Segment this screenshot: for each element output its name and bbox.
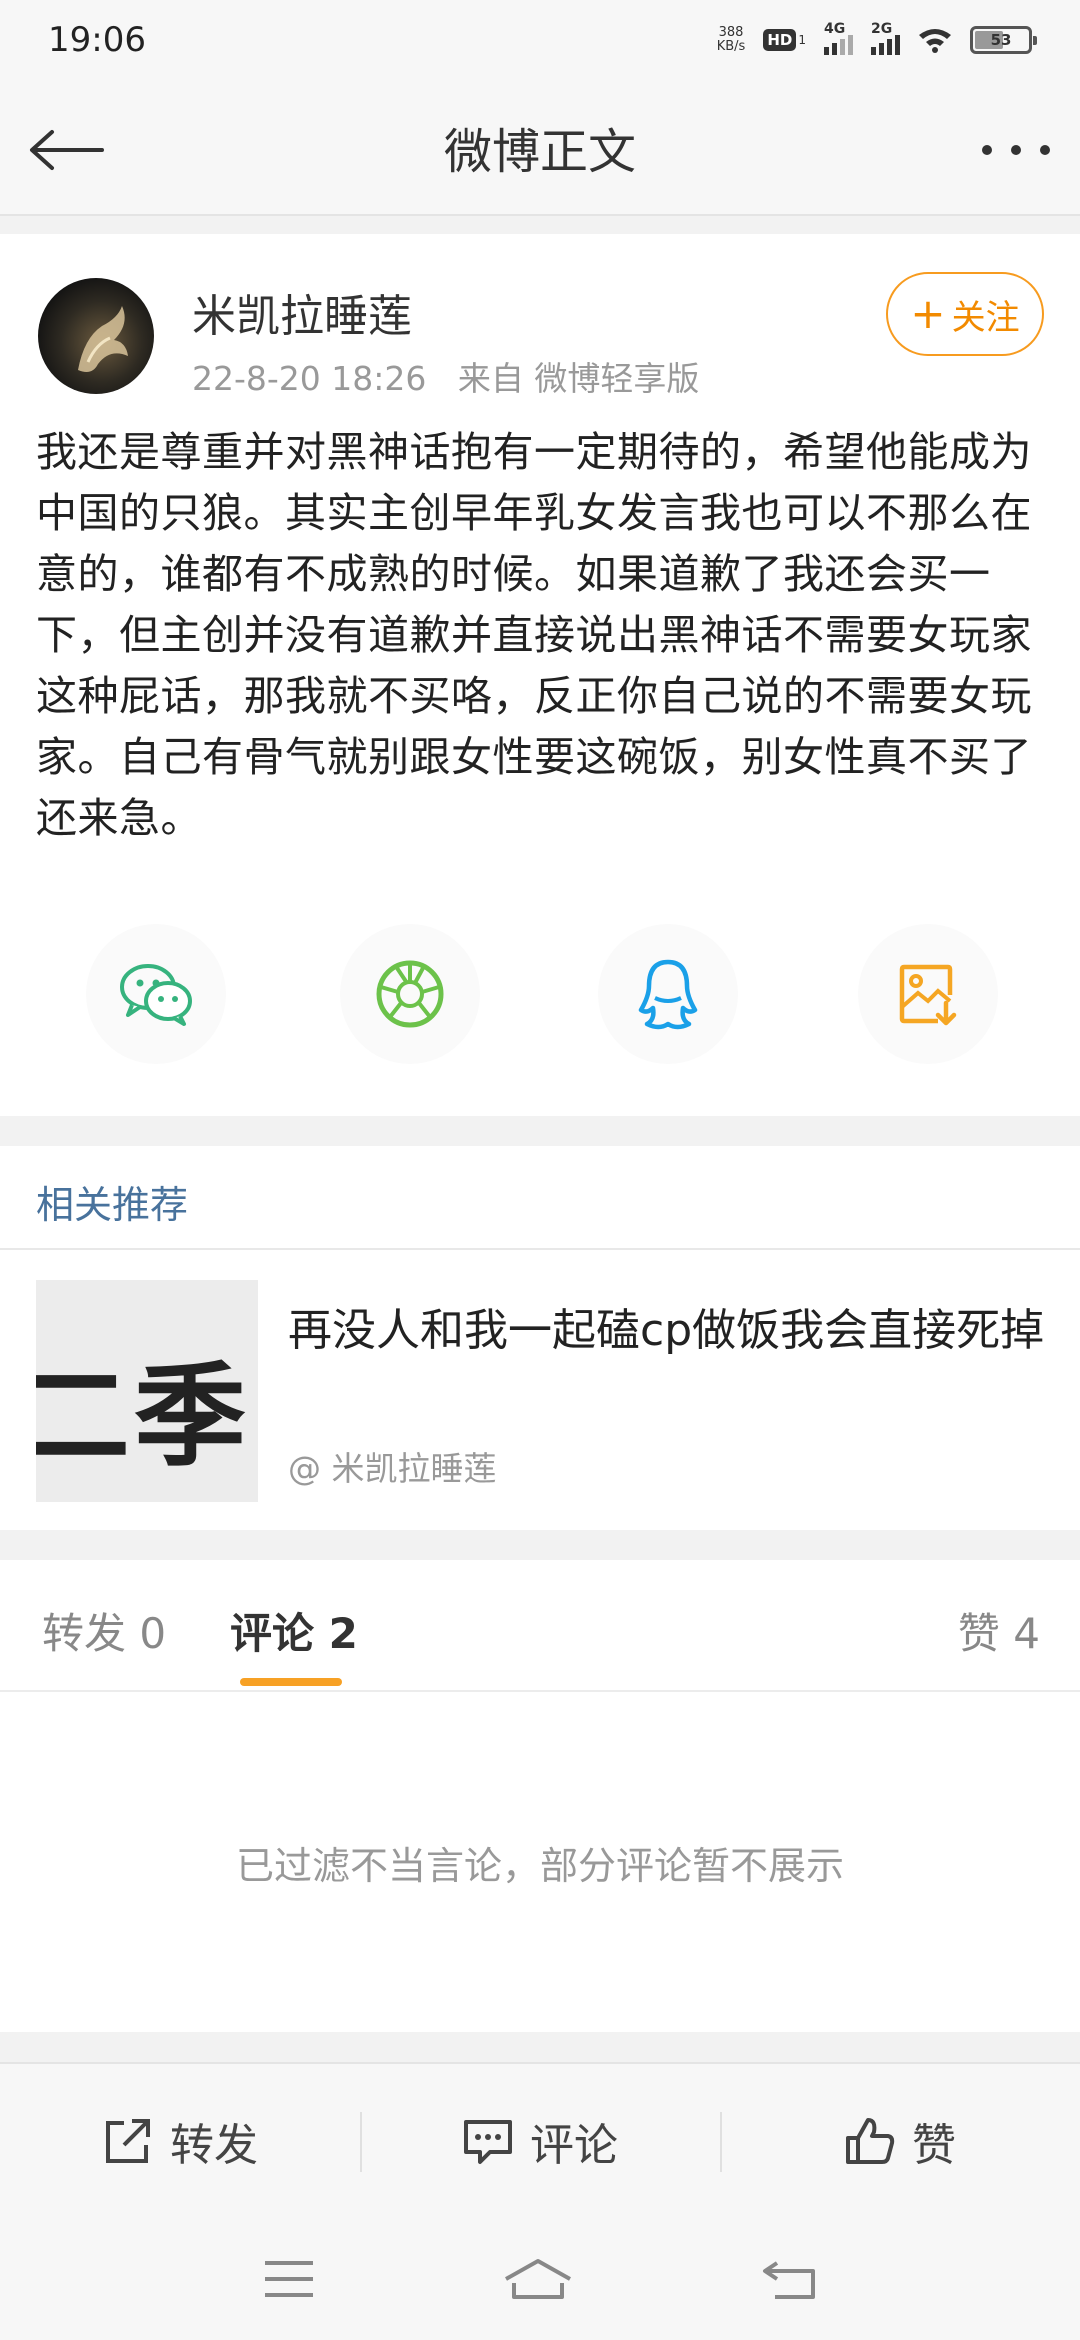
related-title: 相关推荐 bbox=[36, 1183, 189, 1227]
hd-label: HD bbox=[763, 29, 797, 51]
share-moments-button[interactable] bbox=[340, 924, 480, 1064]
post-body: 我还是尊重并对黑神话抱有一定期待的，希望他能成为中国的只狼。其实主创早年乳女发言… bbox=[36, 428, 1032, 842]
post-card: 米凯拉睡莲 22-8-20 18:26 来自 微博轻享版 + 关注 我还是尊重并… bbox=[0, 234, 1080, 1116]
network-speed: 388 KB/s bbox=[717, 26, 746, 54]
related-source: @ 米凯拉睡莲 bbox=[288, 1449, 497, 1488]
home-icon[interactable] bbox=[502, 2257, 574, 2301]
avatar[interactable] bbox=[38, 278, 154, 394]
signal-2g-label: 2G bbox=[871, 21, 893, 37]
page-title: 微博正文 bbox=[443, 124, 636, 180]
follow-button[interactable]: + 关注 bbox=[886, 272, 1044, 356]
top-app-bar: 微博正文 bbox=[0, 80, 1080, 216]
plus-icon: + bbox=[910, 289, 946, 338]
like-label: 赞 bbox=[912, 2120, 956, 2171]
like-button[interactable]: 赞 bbox=[720, 2064, 1080, 2218]
back-button[interactable] bbox=[24, 108, 108, 192]
thumbnail-text: 二季 烈 bbox=[36, 1352, 258, 1482]
save-image-icon bbox=[899, 964, 957, 1026]
system-nav-bar bbox=[0, 2218, 1080, 2340]
status-time: 19:06 bbox=[48, 20, 146, 60]
share-qq-button[interactable] bbox=[598, 924, 738, 1064]
interaction-tabs: 转发 0 评论 2 赞 4 bbox=[0, 1560, 1080, 1692]
repost-icon bbox=[106, 2119, 150, 2163]
hd-sub: 1 bbox=[798, 33, 806, 47]
thumbs-up-icon bbox=[846, 2118, 895, 2164]
repost-button[interactable]: 转发 bbox=[0, 2064, 360, 2218]
save-image-button[interactable] bbox=[858, 924, 998, 1064]
hd-icon: HD 1 bbox=[763, 29, 806, 51]
comment-icon bbox=[464, 2120, 512, 2164]
avatar-image bbox=[78, 306, 128, 372]
comments-notice: 已过滤不当言论，部分评论暂不展示 bbox=[0, 1692, 1080, 2032]
follow-label: 关注 bbox=[951, 297, 1020, 338]
menu-icon[interactable] bbox=[263, 2259, 315, 2299]
qq-icon bbox=[638, 959, 698, 1030]
wechat-icon bbox=[120, 964, 192, 1026]
more-dots-icon bbox=[982, 145, 1050, 155]
signal-2g-icon: 2G bbox=[871, 21, 900, 55]
battery-level: 53 bbox=[990, 31, 1012, 49]
tab-likes[interactable]: 赞 4 bbox=[958, 1600, 1040, 1661]
back-icon[interactable] bbox=[761, 2257, 817, 2301]
share-row bbox=[0, 924, 1080, 1064]
related-thumbnail[interactable]: 二季 烈 bbox=[36, 1280, 258, 1502]
signal-4g-label: 4G bbox=[824, 21, 846, 37]
share-wechat-button[interactable] bbox=[86, 924, 226, 1064]
back-arrow-icon bbox=[30, 130, 104, 170]
comment-button[interactable]: 评论 bbox=[360, 2064, 720, 2218]
post-meta: 22-8-20 18:26 来自 微博轻享版 bbox=[192, 352, 699, 400]
post-timestamp: 22-8-20 18:26 bbox=[192, 359, 427, 398]
related-recommendations: 相关推荐 二季 烈 再没人和我一起磕cp做饭我会直接死掉 @ 米凯拉睡莲 bbox=[0, 1146, 1080, 1530]
bottom-action-bar: 转发 评论 赞 bbox=[0, 2062, 1080, 2218]
network-speed-unit: KB/s bbox=[716, 39, 746, 54]
moments-icon bbox=[376, 960, 444, 1028]
post-source: 来自 微博轻享版 bbox=[457, 359, 700, 398]
tab-comments[interactable]: 评论 2 bbox=[230, 1600, 358, 1661]
more-button[interactable] bbox=[974, 108, 1058, 192]
wifi-icon bbox=[919, 29, 951, 53]
repost-label: 转发 bbox=[170, 2120, 258, 2171]
network-speed-value: 388 bbox=[718, 25, 744, 40]
battery-icon: 53 bbox=[970, 26, 1037, 54]
signal-4g-icon: 4G bbox=[824, 21, 853, 55]
related-headline[interactable]: 再没人和我一起磕cp做饭我会直接死掉 bbox=[288, 1296, 1048, 1366]
status-bar: 19:06 388 KB/s HD 1 4G 2G 53 bbox=[0, 0, 1080, 80]
comment-label: 评论 bbox=[530, 2120, 618, 2171]
active-tab-indicator bbox=[240, 1678, 342, 1686]
tab-reposts[interactable]: 转发 0 bbox=[42, 1600, 166, 1661]
author-name[interactable]: 米凯拉睡莲 bbox=[192, 280, 412, 344]
divider bbox=[0, 1248, 1080, 1250]
status-indicators: 388 KB/s HD 1 4G 2G 53 bbox=[717, 21, 1037, 55]
